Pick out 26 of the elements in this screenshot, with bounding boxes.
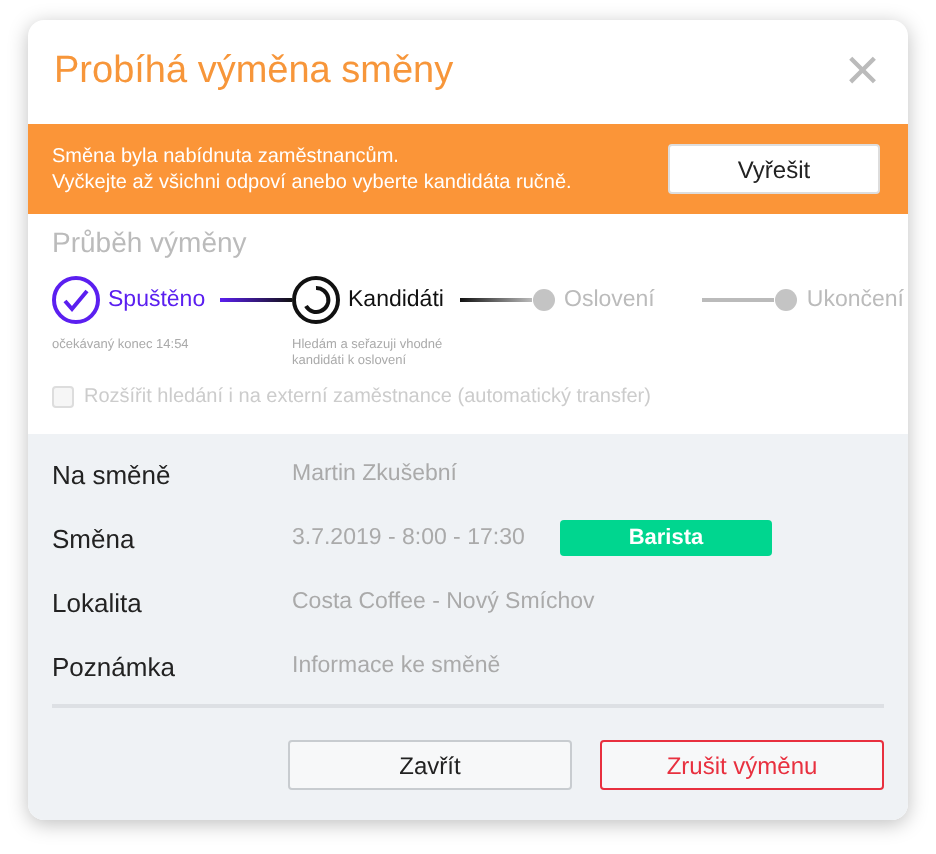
field-label: Na směně (52, 459, 173, 489)
step-label: Kandidáti (348, 288, 444, 312)
step-connector (460, 296, 532, 304)
role-tag: Barista (560, 520, 772, 556)
step-label: Spuštěno (108, 288, 206, 312)
field-value: Informace ke směně (292, 654, 503, 678)
resolve-button[interactable]: Vyřešit (668, 144, 880, 194)
cancel-exchange-button[interactable]: Zrušit výměnu (600, 740, 884, 790)
dialog-title: Probíhá výměna směny (54, 50, 454, 94)
field-label: Poznámka (52, 651, 177, 681)
field-value: Costa Coffee - Nový Smíchov (292, 590, 595, 614)
step-dot (532, 288, 556, 312)
field-label: Směna (52, 523, 137, 553)
close-dialog-button[interactable]: Zavřít (288, 740, 572, 790)
field-label: Lokalita (52, 587, 144, 617)
step-dot (774, 288, 799, 312)
section-heading: Průběh výměny (52, 226, 247, 258)
step-label: Oslovení (564, 288, 655, 312)
spinner-icon (292, 276, 340, 324)
step-label: Ukončení (806, 288, 904, 312)
step-connector (220, 296, 292, 304)
notice-message: Směna byla nabídnuta zaměstnancům. Vyčkejte až všichni odpoví anebo vyberte kandidáta ručně. (52, 143, 572, 195)
check-circle-icon (52, 276, 100, 324)
step-connector (702, 296, 775, 304)
field-value: Martin Zkušební (292, 462, 459, 486)
field-value: 3.7.2019 - 8:00 - 17:30 (292, 526, 527, 550)
